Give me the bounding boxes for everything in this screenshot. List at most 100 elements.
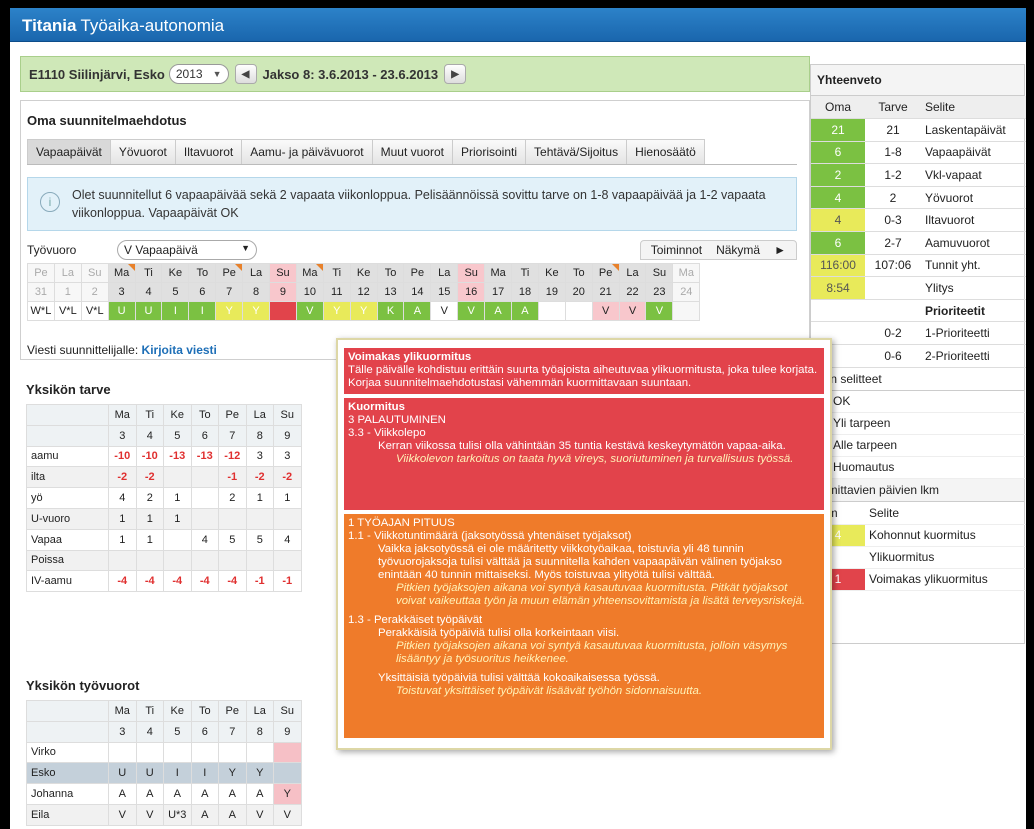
load-label: Kohonnut kuormitus xyxy=(865,524,1026,547)
summary-selite: Tunnit yht. xyxy=(921,254,1026,278)
table-row: Johanna A A A A A A Y xyxy=(26,783,302,805)
single-days-note: Toistuvat yksittäiset työpäivät lisäävät… xyxy=(396,685,703,697)
row-label: Vapaa xyxy=(26,528,109,551)
header-cell: Pe xyxy=(218,404,247,426)
legend-item: Huomautus xyxy=(811,456,1026,480)
calendar-cell: 31 xyxy=(27,282,55,302)
calendar-cell[interactable]: I xyxy=(188,301,217,321)
header-cell: Ke xyxy=(163,700,192,722)
shift-select[interactable]: V Vapaapäivä ▼ xyxy=(117,240,257,260)
tab-0[interactable]: Vapaapäivät xyxy=(27,139,111,164)
table-cell: -10 xyxy=(108,445,137,468)
calendar-cell[interactable]: W*L xyxy=(27,301,55,321)
summary-tarve: 2-7 xyxy=(865,231,921,255)
corner-cell xyxy=(26,700,109,722)
calendar-cell[interactable]: V xyxy=(430,301,459,321)
table-cell: 1 xyxy=(108,507,137,530)
calendar-cell: Ti xyxy=(134,263,163,283)
tab-6[interactable]: Tehtävä/Sijoitus xyxy=(525,139,628,164)
calendar-cell[interactable]: U xyxy=(134,301,163,321)
app-title-bar: Titania Työaika-autonomia xyxy=(10,8,1026,42)
summary-table: Oma Tarve Selite 21 21 Laskentapäivät 6 1-8 Vapa… xyxy=(811,96,1026,368)
calendar-cell[interactable] xyxy=(672,301,701,321)
table-row: IV-aamu -4 -4 -4 -4 -4 -1 -1 xyxy=(26,570,302,593)
prev-period-button[interactable]: ◀ xyxy=(234,64,257,84)
calendar-cell[interactable]: A xyxy=(484,301,513,321)
calendar-cell[interactable]: U xyxy=(107,301,136,321)
shifts-table: Ma Ti Ke To Pe La Su 3 4 5 6 7 8 9 Virko Esko U U I I Y Y Joha… xyxy=(26,700,302,826)
summary-selite: Yövuorot xyxy=(921,186,1026,210)
table-cell xyxy=(190,487,219,509)
row-label: aamu xyxy=(26,445,109,468)
summary-row: 4 0-3 Iltavuorot xyxy=(811,208,1026,233)
table-row: yö 4 2 1 2 1 1 xyxy=(26,487,302,509)
calendar-cell[interactable] xyxy=(269,301,297,321)
calendar-cell[interactable]: K xyxy=(376,301,405,321)
table-cell xyxy=(273,507,302,530)
tab-7[interactable]: Hienosäätö xyxy=(626,139,705,164)
summary-oma: 8:54 xyxy=(811,276,865,300)
corner-cell xyxy=(26,424,109,447)
legend-label: Yli tarpeen xyxy=(833,416,891,431)
consecutive-bullet: Perakkäisiä työpäiviä tulisi olla korkei… xyxy=(378,627,620,639)
tab-2[interactable]: Iltavuorot xyxy=(174,139,243,164)
employee-name: E1110 Siilinjärvi, Esko xyxy=(29,66,165,82)
header-cell: Ma xyxy=(108,700,137,722)
calendar-cell: Ma xyxy=(295,263,324,283)
consecutive-heading: 1.3 - Perakkäiset työpäivät xyxy=(348,614,483,626)
calendar-cell: 11 xyxy=(322,282,351,302)
header-cell: Ti xyxy=(135,404,164,426)
table-cell xyxy=(163,549,192,572)
legend-row: Yli tarpeen xyxy=(811,412,1026,436)
write-message-link[interactable]: Kirjoita viesti xyxy=(142,343,217,357)
calendar-cell: 1 xyxy=(53,282,82,302)
calendar-cell[interactable]: Y xyxy=(215,301,244,321)
calendar-cell[interactable]: V*L xyxy=(80,301,109,321)
header-cell: Pe xyxy=(218,700,247,722)
tab-4[interactable]: Muut vuorot xyxy=(371,139,453,164)
table-cell xyxy=(245,507,274,530)
calendar-cell[interactable]: V xyxy=(295,301,324,321)
calendar-cell[interactable]: A xyxy=(403,301,432,321)
tab-3[interactable]: Aamu- ja päivävuorot xyxy=(241,139,373,164)
load-label: Ylikuormitus xyxy=(865,546,1026,569)
table-row: Virko xyxy=(26,741,302,764)
calendar-cell[interactable]: V xyxy=(618,301,647,321)
plan-tabs: Vapaapäivät Yövuorot Iltavuorot Aamu- ja pä… xyxy=(27,139,797,165)
legend-table: OK Yli tarpeen Alle tarpeen Huomautus xyxy=(811,390,1026,480)
calendar-cell[interactable]: V xyxy=(591,301,620,321)
calendar-cell: 6 xyxy=(188,282,217,302)
calendar-cell[interactable]: Y xyxy=(242,301,271,321)
table-cell: -4 xyxy=(190,570,219,593)
rest-heading: 3.3 - Viikkolepo xyxy=(348,427,426,439)
shift-label: Työvuoro xyxy=(27,243,77,257)
table-cell: 5 xyxy=(245,528,274,551)
calendar-cell[interactable]: Y xyxy=(322,301,351,321)
calendar-row-weekdays: Pe La Su Ma Ti Ke To Pe La Su Ma Ti Ke To Pe La Su Ma Ti Ke… xyxy=(27,263,701,283)
calendar-cell[interactable]: A xyxy=(511,301,539,321)
calendar-cell[interactable]: V xyxy=(645,301,674,321)
calendar-cell[interactable] xyxy=(537,301,566,321)
corner-cell xyxy=(26,404,109,426)
legend-label: Alle tarpeen xyxy=(833,438,898,453)
tab-5[interactable]: Priorisointi xyxy=(452,139,527,164)
plan-card: Oma suunnitelmaehdotus Vapaapäivät Yövuor… xyxy=(20,100,810,360)
calendar-cell[interactable]: V*L xyxy=(53,301,82,321)
play-icon[interactable]: ► xyxy=(774,243,786,257)
next-period-button[interactable]: ▶ xyxy=(444,64,467,84)
table-cell xyxy=(163,741,192,764)
calendar-cell[interactable]: V xyxy=(457,301,486,321)
actions-menu[interactable]: Toiminnot xyxy=(651,243,702,257)
calendar-cell[interactable]: I xyxy=(161,301,190,321)
calendar-cell[interactable] xyxy=(564,301,593,321)
table-cell: -4 xyxy=(163,570,192,593)
tab-1[interactable]: Yövuorot xyxy=(109,139,176,164)
year-value: 2013 xyxy=(175,67,203,81)
table-cell xyxy=(190,741,219,764)
table-cell: A xyxy=(245,783,274,805)
year-select[interactable]: 2013 ▼ xyxy=(168,64,229,84)
calendar-cell: Pe xyxy=(403,263,432,283)
view-menu[interactable]: Näkymä xyxy=(716,243,760,257)
calendar-cell[interactable]: Y xyxy=(349,301,378,321)
calendar-cell: Ti xyxy=(511,263,539,283)
